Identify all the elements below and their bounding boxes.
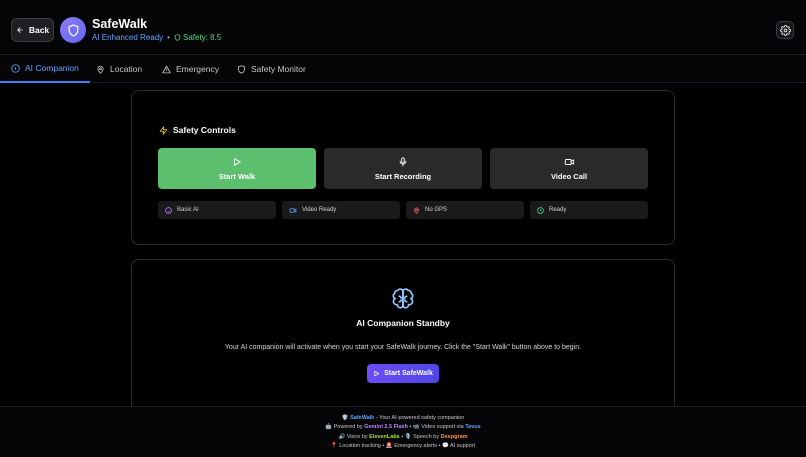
back-button[interactable]: Back bbox=[11, 18, 54, 42]
ai-companion-card: AI Companion Standby Your AI companion w… bbox=[131, 259, 675, 409]
button-label: Start Walk bbox=[218, 171, 256, 181]
footer-tagline: - Your AI-powered safety companion bbox=[374, 415, 465, 421]
button-label: Start Recording bbox=[374, 171, 432, 181]
map-pin-icon bbox=[414, 207, 419, 214]
shield-icon bbox=[238, 64, 245, 74]
button-label: Video Call bbox=[550, 171, 588, 181]
shield-icon bbox=[174, 34, 181, 41]
footer-speech-provider: Deepgram bbox=[440, 434, 468, 440]
section-title: Safety Controls bbox=[173, 125, 236, 135]
footer-text: • 🎙️ Speech by bbox=[399, 434, 441, 440]
footer-model: Gemini 2.5 Flash bbox=[364, 424, 408, 430]
start-recording-button[interactable]: Start Recording bbox=[324, 148, 482, 189]
tab-emergency[interactable]: Emergency bbox=[151, 55, 230, 83]
video-call-button[interactable]: Video Call bbox=[490, 148, 648, 189]
back-label: Back bbox=[28, 25, 50, 35]
footer-line-2: 🤖 Powered by Gemini 2.5 Flash • 📹 Video … bbox=[0, 424, 806, 430]
footer-line-3: 🔊 Voice by ElevenLabs • 🎙️ Speech by Dee… bbox=[0, 434, 806, 440]
tab-label: Emergency bbox=[176, 64, 219, 74]
bot-icon bbox=[165, 206, 172, 214]
clock-icon bbox=[537, 206, 544, 214]
tab-ai-companion[interactable]: AI Companion bbox=[0, 55, 90, 83]
status-separator: • bbox=[167, 33, 170, 42]
shield-emoji-icon: 🛡️ bbox=[341, 415, 349, 421]
status-chip-gps: No GPS bbox=[406, 201, 524, 219]
top-bar: Back SafeWalk AI Enhanced Ready • Safety… bbox=[0, 0, 806, 55]
settings-button[interactable] bbox=[776, 21, 794, 39]
footer-video-provider: Tavus bbox=[465, 424, 481, 430]
footer-voice-provider: ElevenLabs bbox=[369, 434, 400, 440]
app-logo bbox=[60, 17, 86, 43]
footer: 🛡️ SafeWalk - Your AI-powered safety com… bbox=[0, 406, 806, 457]
button-label: Start SafeWalk bbox=[384, 370, 433, 377]
tab-bar: AI Companion Location Emergency Safety M… bbox=[0, 55, 806, 83]
standby-title: AI Companion Standby bbox=[356, 318, 450, 328]
chip-label: Ready bbox=[549, 207, 567, 213]
tab-location[interactable]: Location bbox=[85, 55, 153, 83]
chip-label: Video Ready bbox=[302, 207, 337, 213]
chip-label: Basic AI bbox=[177, 207, 199, 213]
standby-description: Your AI companion will activate when you… bbox=[224, 344, 582, 351]
map-pin-icon bbox=[97, 65, 104, 74]
start-walk-button[interactable]: Start Walk bbox=[158, 148, 316, 189]
info-icon bbox=[11, 63, 20, 73]
ai-status: AI Enhanced Ready bbox=[92, 33, 164, 42]
tab-safety-monitor[interactable]: Safety Monitor bbox=[226, 55, 317, 83]
play-icon bbox=[374, 370, 380, 377]
app-status: AI Enhanced Ready • Safety: 8.5 bbox=[92, 33, 221, 42]
app-title: SafeWalk bbox=[92, 17, 148, 31]
safety-score: Safety: 8.5 bbox=[174, 33, 221, 42]
play-icon bbox=[234, 157, 241, 166]
gear-icon bbox=[779, 24, 791, 36]
arrow-left-icon bbox=[17, 27, 23, 33]
chip-label: No GPS bbox=[425, 207, 448, 213]
status-chip-ai: Basic AI bbox=[158, 201, 276, 219]
video-icon bbox=[289, 207, 297, 213]
footer-text: Powered by bbox=[332, 424, 365, 430]
tab-label: Location bbox=[110, 64, 143, 74]
safety-controls-card: Safety Controls Start Walk Start Recordi… bbox=[131, 90, 675, 245]
lightning-icon bbox=[159, 125, 168, 135]
warning-icon bbox=[162, 65, 171, 73]
status-chip-video: Video Ready bbox=[282, 201, 400, 219]
microphone-icon bbox=[399, 156, 407, 166]
footer-brand: SafeWalk bbox=[350, 415, 375, 421]
tab-label: AI Companion bbox=[25, 63, 79, 73]
brain-icon bbox=[392, 288, 414, 309]
start-safewalk-button[interactable]: Start SafeWalk bbox=[367, 364, 439, 383]
tab-label: Safety Monitor bbox=[251, 64, 306, 74]
footer-line-1: 🛡️ SafeWalk - Your AI-powered safety com… bbox=[0, 415, 806, 421]
footer-line-4: 📍 Location tracking • 🚨 Emergency alerts… bbox=[330, 443, 476, 449]
footer-text: • 📹 Video support via bbox=[407, 424, 466, 430]
safety-label: Safety: 8.5 bbox=[182, 33, 222, 42]
status-chip-ready: Ready bbox=[530, 201, 648, 219]
video-icon bbox=[564, 158, 574, 165]
safety-controls-title: Safety Controls bbox=[159, 125, 236, 135]
shield-icon bbox=[68, 23, 78, 37]
footer-text: Voice by bbox=[345, 434, 370, 440]
